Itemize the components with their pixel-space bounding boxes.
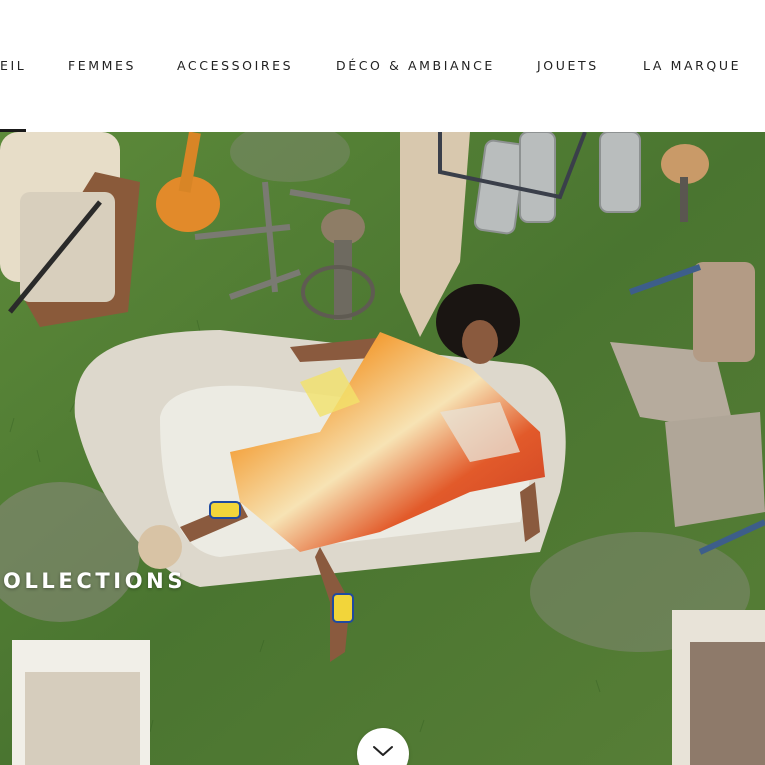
nav-item-jouets[interactable]: JOUETS [537,58,599,73]
hero-title: OLLECTIONS [3,569,187,593]
wooden-chair-left [0,132,140,327]
nav-item-deco-ambiance[interactable]: DÉCO & AMBIANCE [336,58,495,73]
nav-item-femmes[interactable]: FEMMES [68,58,136,73]
site-header: EIL FEMMES ACCESSOIRES DÉCO & AMBIANCE J… [0,0,765,132]
main-nav: EIL FEMMES ACCESSOIRES DÉCO & AMBIANCE J… [0,58,765,74]
hero-image [0,132,765,765]
nav-item-la-marque[interactable]: LA MARQUE [643,58,741,73]
nav-item-accueil[interactable]: EIL [0,58,26,73]
hero-banner[interactable]: OLLECTIONS [0,132,765,765]
chevron-down-icon [373,746,393,756]
nav-item-accessoires[interactable]: ACCESSOIRES [177,58,293,73]
